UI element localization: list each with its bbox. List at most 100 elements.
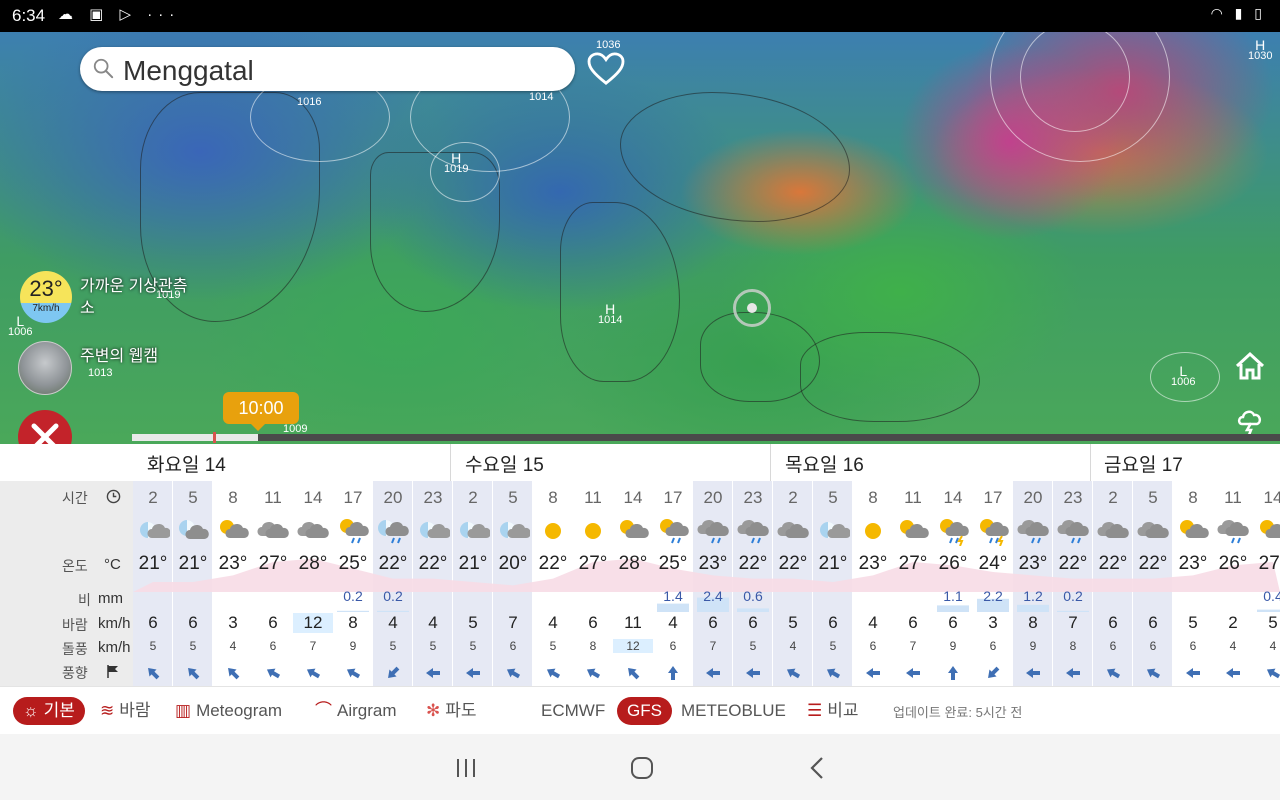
wind-direction-arrow-icon <box>1253 665 1280 683</box>
rain-value: 1.1 <box>943 588 963 604</box>
storm-layer-icon[interactable] <box>1236 406 1266 436</box>
land-shape <box>560 202 680 382</box>
temperature-value: 22° <box>778 553 808 574</box>
temperature-value: 23° <box>858 553 888 574</box>
wind-speed-value: 2 <box>1228 613 1238 632</box>
wind-speed-value: 6 <box>708 613 718 632</box>
cloudy-icon <box>773 516 813 546</box>
rain-value: 0.2 <box>383 588 403 604</box>
compare-button[interactable]: ☰ 비교 <box>807 697 859 725</box>
land-shape <box>800 332 980 422</box>
hour-label: 14 <box>1263 488 1280 507</box>
sun-cloud-icon: ☼ <box>23 701 39 720</box>
rain-icon <box>733 516 773 546</box>
model-gfs[interactable]: GFS <box>617 697 672 725</box>
gust-value: 4 <box>1229 639 1237 653</box>
wind-speed-value: 3 <box>988 613 998 632</box>
cloudy-icon <box>1133 516 1173 546</box>
temperature-value: 23° <box>1178 553 1208 574</box>
gust-value: 6 <box>1109 639 1117 653</box>
wind-direction-arrow-icon <box>893 665 933 683</box>
hour-label: 17 <box>663 488 683 507</box>
gust-value: 4 <box>229 639 237 653</box>
gust-value: 12 <box>613 639 653 653</box>
hour-label: 23 <box>1063 488 1083 507</box>
bar-chart-icon: ▥ <box>175 701 192 720</box>
timeline-slider[interactable] <box>132 434 1280 441</box>
temperature-value: 22° <box>538 553 568 574</box>
rain-icon <box>693 516 733 546</box>
gust-value: 6 <box>1189 639 1197 653</box>
close-button[interactable] <box>18 410 72 444</box>
wind-direction-arrow-icon <box>1093 665 1133 683</box>
update-status: 업데이트 완료: 5시간 전 <box>893 705 1023 720</box>
wind-speed-value: 5 <box>468 613 478 632</box>
wind-speed-value: 4 <box>668 613 678 632</box>
gust-value: 9 <box>349 639 357 653</box>
wind-speed-value: 6 <box>828 613 838 632</box>
tab-basic[interactable]: ☼ 기본 <box>13 697 85 725</box>
temperature-value: 26° <box>938 553 968 574</box>
wind-speed-value: 4 <box>548 613 558 632</box>
webcam-thumbnail[interactable] <box>18 341 72 395</box>
wind-speed-value: 8 <box>1028 613 1038 632</box>
badge-temperature: 23° <box>29 276 63 301</box>
search-input[interactable]: Menggatal <box>123 55 254 87</box>
gust-value: 4 <box>1269 639 1277 653</box>
home-icon[interactable] <box>1234 350 1266 382</box>
pressure-label: H 1030 <box>1248 37 1273 62</box>
wind-speed-value: 6 <box>1148 613 1158 632</box>
nearby-weather-badge[interactable]: 23° 7km/h <box>20 271 72 323</box>
tab-airgram[interactable]: ⌒ Airgram <box>315 697 397 725</box>
temperature-value: 23° <box>698 553 728 574</box>
gust-value: 6 <box>1149 639 1157 653</box>
rain-bar <box>1257 609 1280 612</box>
wind-icon: ≋ <box>100 701 115 720</box>
hour-label: 2 <box>468 488 478 507</box>
gust-value: 6 <box>509 639 517 653</box>
cloudy-night-icon <box>173 516 213 546</box>
hour-label: 5 <box>828 488 838 507</box>
day-header: 화요일 14 <box>147 455 226 476</box>
wind-direction-arrow-icon <box>493 665 533 683</box>
temperature-value: 23° <box>1018 553 1048 574</box>
pressure-label: H 1019 <box>444 150 469 175</box>
rain-night-icon <box>373 516 413 546</box>
status-bar: 6:34 ☁ ▣ ▷ ··· ◠ ▮ ▯ <box>0 0 1280 32</box>
system-navigation-bar <box>0 734 1280 800</box>
badge-wind: 7km/h <box>32 303 60 314</box>
temperature-value: 22° <box>1058 553 1088 574</box>
pressure-label: L 1006 <box>1171 363 1196 388</box>
recent-apps-icon[interactable] <box>451 754 481 782</box>
favorite-heart-icon[interactable] <box>587 52 625 86</box>
forecast-table[interactable]: 시간 온도 °C 비 mm 바람 km/h 돌풍 km/h 풍향 화요일 14 <box>0 444 1280 686</box>
webcam-label[interactable]: 주변의 웹캠 <box>80 346 158 368</box>
tab-meteogram[interactable]: ▥ Meteogram <box>175 697 282 725</box>
wind-speed-value: 5 <box>788 613 798 632</box>
model-meteoblue[interactable]: METEOBLUE <box>681 697 786 725</box>
partly-night-icon <box>413 516 453 546</box>
nearby-station-label[interactable]: 가까운 기상관측소 <box>80 276 200 320</box>
tab-wind[interactable]: ≋ 바람 <box>100 697 151 725</box>
wind-direction-arrow-icon <box>533 665 573 683</box>
wind-direction-arrow-icon <box>173 665 213 683</box>
wind-direction-arrow-icon <box>253 665 293 683</box>
gust-value: 5 <box>189 639 197 653</box>
gust-value: 7 <box>309 639 317 653</box>
wind-direction-arrow-icon <box>733 665 773 683</box>
weather-map[interactable]: 1036 1016 1014 H 1019 H 1030 H 1014 L 1006 L… <box>0 32 1280 444</box>
hour-label: 8 <box>1188 488 1198 507</box>
wind-speed-value: 11 <box>624 613 642 632</box>
rain-value: 0.4 <box>1263 588 1280 604</box>
back-icon[interactable] <box>803 754 833 782</box>
gust-value: 7 <box>909 639 917 653</box>
tab-waves[interactable]: ✻ 파도 <box>426 697 477 725</box>
wind-speed-value: 7 <box>508 613 518 632</box>
location-search[interactable]: Menggatal <box>80 47 575 91</box>
time-bubble[interactable]: 10:00 <box>223 392 299 431</box>
wind-speed-value: 6 <box>948 613 958 632</box>
home-nav-icon[interactable] <box>627 754 657 782</box>
model-ecmwf[interactable]: ECMWF <box>541 697 605 725</box>
pressure-label: 1036 <box>596 39 621 51</box>
sun-icon <box>853 516 893 546</box>
